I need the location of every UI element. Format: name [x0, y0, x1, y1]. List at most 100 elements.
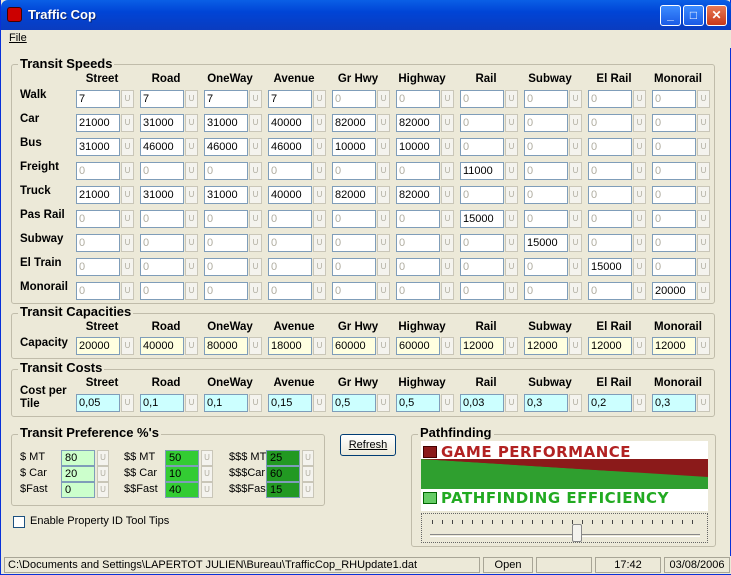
close-icon[interactable]: ✕ — [706, 5, 727, 26]
capacity-cell-input[interactable]: 40000 — [140, 337, 184, 355]
speed-cell-update-button[interactable]: U — [185, 258, 198, 276]
speed-cell-update-button[interactable]: U — [569, 258, 582, 276]
cost-cell-update-button[interactable]: U — [121, 394, 134, 412]
speed-cell-update-button[interactable]: U — [697, 234, 710, 252]
speed-cell-update-button[interactable]: U — [441, 234, 454, 252]
speed-cell-update-button[interactable]: U — [697, 282, 710, 300]
speed-cell-update-button[interactable]: U — [505, 138, 518, 156]
speed-cell-input[interactable]: 7 — [140, 90, 184, 108]
capacity-cell-update-button[interactable]: U — [249, 337, 262, 355]
speed-cell-update-button[interactable]: U — [697, 114, 710, 132]
speed-cell-update-button[interactable]: U — [249, 90, 262, 108]
cost-cell-update-button[interactable]: U — [313, 394, 326, 412]
speed-cell-input[interactable]: 7 — [204, 90, 248, 108]
speed-cell-update-button[interactable]: U — [569, 234, 582, 252]
speed-cell-update-button[interactable]: U — [569, 186, 582, 204]
speed-cell-update-button[interactable]: U — [377, 258, 390, 276]
speed-cell-input[interactable]: 15000 — [588, 258, 632, 276]
speed-cell-update-button[interactable]: U — [377, 114, 390, 132]
speed-cell-update-button[interactable]: U — [185, 90, 198, 108]
tooltips-checkbox[interactable] — [13, 516, 25, 528]
speed-cell-input[interactable]: 46000 — [204, 138, 248, 156]
speed-cell-update-button[interactable]: U — [441, 210, 454, 228]
capacity-cell-input[interactable]: 18000 — [268, 337, 312, 355]
preference-input[interactable]: 60 — [266, 466, 300, 482]
speed-cell-update-button[interactable]: U — [121, 162, 134, 180]
speed-cell-update-button[interactable]: U — [505, 234, 518, 252]
cost-cell-input[interactable]: 0,1 — [204, 394, 248, 412]
capacity-cell-input[interactable]: 12000 — [460, 337, 504, 355]
speed-cell-update-button[interactable]: U — [441, 162, 454, 180]
speed-cell-update-button[interactable]: U — [633, 90, 646, 108]
speed-cell-update-button[interactable]: U — [441, 138, 454, 156]
speed-cell-update-button[interactable]: U — [441, 114, 454, 132]
speed-cell-update-button[interactable]: U — [697, 162, 710, 180]
speed-cell-input[interactable]: 7 — [268, 90, 312, 108]
speed-cell-update-button[interactable]: U — [505, 90, 518, 108]
speed-cell-update-button[interactable]: U — [249, 258, 262, 276]
speed-cell-update-button[interactable]: U — [569, 138, 582, 156]
preference-input[interactable]: 25 — [266, 450, 300, 466]
preference-input[interactable]: 20 — [61, 466, 95, 482]
speed-cell-update-button[interactable]: U — [377, 138, 390, 156]
preference-input[interactable]: 15 — [266, 482, 300, 498]
speed-cell-update-button[interactable]: U — [121, 90, 134, 108]
capacity-cell-input[interactable]: 80000 — [204, 337, 248, 355]
speed-cell-input[interactable]: 7 — [76, 90, 120, 108]
speed-cell-update-button[interactable]: U — [313, 186, 326, 204]
speed-cell-input[interactable]: 31000 — [140, 114, 184, 132]
speed-cell-update-button[interactable]: U — [569, 90, 582, 108]
speed-cell-update-button[interactable]: U — [249, 186, 262, 204]
speed-cell-update-button[interactable]: U — [441, 282, 454, 300]
speed-cell-update-button[interactable]: U — [185, 114, 198, 132]
speed-cell-update-button[interactable]: U — [121, 114, 134, 132]
speed-cell-input[interactable]: 46000 — [140, 138, 184, 156]
title-bar[interactable]: Traffic Cop _ □ ✕ — [1, 0, 731, 30]
speed-cell-update-button[interactable]: U — [313, 210, 326, 228]
speed-cell-update-button[interactable]: U — [313, 114, 326, 132]
speed-cell-input[interactable]: 10000 — [396, 138, 440, 156]
cost-cell-input[interactable]: 0,2 — [588, 394, 632, 412]
speed-cell-update-button[interactable]: U — [441, 90, 454, 108]
speed-cell-input[interactable]: 46000 — [268, 138, 312, 156]
capacity-cell-input[interactable]: 60000 — [396, 337, 440, 355]
speed-cell-input[interactable]: 40000 — [268, 186, 312, 204]
preference-update-button[interactable]: U — [201, 450, 213, 466]
speed-cell-update-button[interactable]: U — [633, 162, 646, 180]
cost-cell-update-button[interactable]: U — [249, 394, 262, 412]
cost-cell-update-button[interactable]: U — [185, 394, 198, 412]
cost-cell-update-button[interactable]: U — [569, 394, 582, 412]
speed-cell-input[interactable]: 31000 — [204, 186, 248, 204]
speed-cell-update-button[interactable]: U — [121, 210, 134, 228]
speed-cell-update-button[interactable]: U — [505, 114, 518, 132]
capacity-cell-update-button[interactable]: U — [121, 337, 134, 355]
cost-cell-update-button[interactable]: U — [505, 394, 518, 412]
speed-cell-update-button[interactable]: U — [185, 234, 198, 252]
speed-cell-update-button[interactable]: U — [377, 234, 390, 252]
speed-cell-input[interactable]: 82000 — [396, 114, 440, 132]
preference-update-button[interactable]: U — [97, 482, 109, 498]
speed-cell-update-button[interactable]: U — [313, 282, 326, 300]
cost-cell-update-button[interactable]: U — [377, 394, 390, 412]
cost-cell-input[interactable]: 0,3 — [524, 394, 568, 412]
capacity-cell-input[interactable]: 20000 — [76, 337, 120, 355]
speed-cell-update-button[interactable]: U — [633, 258, 646, 276]
preference-update-button[interactable]: U — [302, 450, 314, 466]
speed-cell-input[interactable]: 15000 — [460, 210, 504, 228]
speed-cell-input[interactable]: 31000 — [204, 114, 248, 132]
capacity-cell-update-button[interactable]: U — [377, 337, 390, 355]
preference-input[interactable]: 40 — [165, 482, 199, 498]
cost-cell-input[interactable]: 0,05 — [76, 394, 120, 412]
speed-cell-update-button[interactable]: U — [633, 186, 646, 204]
capacity-cell-input[interactable]: 12000 — [652, 337, 696, 355]
speed-cell-update-button[interactable]: U — [441, 258, 454, 276]
speed-cell-update-button[interactable]: U — [377, 186, 390, 204]
preference-input[interactable]: 50 — [165, 450, 199, 466]
speed-cell-update-button[interactable]: U — [185, 162, 198, 180]
preference-input[interactable]: 0 — [61, 482, 95, 498]
speed-cell-update-button[interactable]: U — [633, 138, 646, 156]
pathfinding-slider[interactable] — [421, 513, 708, 543]
speed-cell-input[interactable]: 21000 — [76, 186, 120, 204]
speed-cell-update-button[interactable]: U — [505, 186, 518, 204]
capacity-cell-update-button[interactable]: U — [441, 337, 454, 355]
